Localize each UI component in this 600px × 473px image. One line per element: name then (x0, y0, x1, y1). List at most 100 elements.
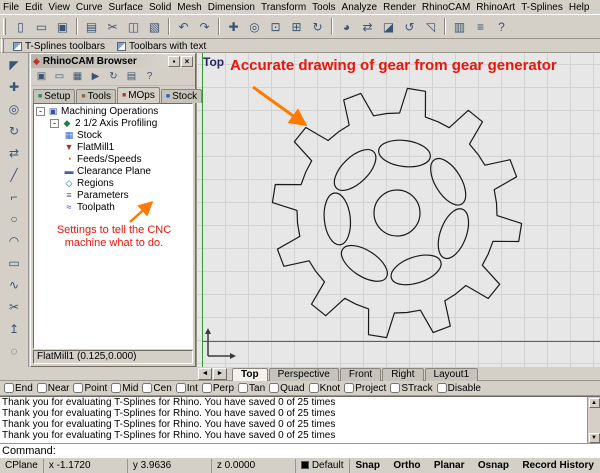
cut-button[interactable]: ✂ (102, 17, 123, 37)
osnap-perp-checkbox[interactable] (201, 383, 212, 393)
toggle-ortho[interactable]: Ortho (393, 460, 420, 471)
history-scrollbar[interactable]: ▲ ▼ (587, 397, 600, 443)
osnap-cen[interactable]: Cen (140, 382, 173, 395)
arc-button[interactable]: ◠ (3, 230, 25, 252)
tree-item-machining-operations[interactable]: - ▣ Machining Operations (34, 105, 192, 117)
paste-button[interactable]: ▧ (144, 17, 165, 37)
menu-surface[interactable]: Surface (106, 2, 146, 13)
osnap-int-checkbox[interactable] (175, 383, 186, 393)
panel-titlebar[interactable]: ◆ RhinoCAM Browser ▪ × (31, 54, 195, 68)
layer-selector[interactable]: Default (296, 458, 350, 473)
command-input[interactable] (59, 444, 600, 457)
toggle-t-splines-toolbars[interactable]: T-Splines toolbars (8, 40, 110, 52)
redo-button[interactable]: ↷ (194, 17, 215, 37)
toolbar-gripper[interactable] (1, 37, 4, 55)
print-button[interactable]: ▤ (81, 17, 102, 37)
osnap-cen-checkbox[interactable] (142, 383, 153, 393)
menu-mesh[interactable]: Mesh (174, 2, 204, 13)
line-button[interactable]: ╱ (3, 164, 25, 186)
tree-item-clearance-plane[interactable]: ▬ Clearance Plane (34, 165, 192, 177)
osnap-end-checkbox[interactable] (4, 383, 14, 393)
scroll-down-icon[interactable]: ▼ (588, 433, 600, 443)
info-button[interactable]: ▤ (123, 69, 140, 85)
select-button[interactable]: ◤ (3, 54, 25, 76)
rectangle-button[interactable]: ▭ (3, 252, 25, 274)
copy-object-button[interactable]: ◪ (378, 17, 399, 37)
scale-button[interactable]: ◹ (420, 17, 441, 37)
zoom-button[interactable]: ◎ (3, 98, 25, 120)
move-button[interactable]: ⇄ (357, 17, 378, 37)
osnap-point[interactable]: Point (71, 382, 109, 395)
layers-button[interactable]: ▥ (449, 17, 470, 37)
post-process-button[interactable]: ▭ (51, 69, 68, 85)
tree-item-regions[interactable]: ◇ Regions (34, 177, 192, 189)
menu-rhinocam[interactable]: RhinoCAM (419, 2, 473, 13)
menu-file[interactable]: File (0, 2, 22, 13)
osnap-tan-checkbox[interactable] (238, 383, 249, 393)
menu-dimension[interactable]: Dimension (205, 2, 258, 13)
new-file-button[interactable]: ▯ (10, 17, 31, 37)
tree-expander-icon[interactable]: - (36, 106, 45, 116)
tree-item-flatmill1[interactable]: ▼ FlatMill1 (34, 141, 192, 153)
osnap-near-checkbox[interactable] (36, 383, 47, 393)
osnap-perp[interactable]: Perp (200, 382, 236, 395)
extrude-button[interactable]: ↥ (3, 318, 25, 340)
osnap-project[interactable]: Project (342, 382, 388, 395)
toolbar-gripper[interactable] (3, 18, 6, 35)
viewport-tab-top[interactable]: Top (232, 367, 268, 381)
toggle-toolbars-with-text[interactable]: Toolbars with text (112, 40, 211, 52)
osnap-near[interactable]: Near (35, 382, 72, 395)
regenerate-button[interactable]: ↻ (105, 69, 122, 85)
copy-button[interactable]: ◫ (123, 17, 144, 37)
osnap-mid[interactable]: Mid (109, 382, 140, 395)
osnap-strack-checkbox[interactable] (390, 383, 401, 393)
osnap-strack[interactable]: STrack (388, 382, 434, 395)
pan-hand-button[interactable]: ✚ (3, 76, 25, 98)
tree-item-stock[interactable]: ▦ Stock (34, 129, 192, 141)
viewport-tab-perspective[interactable]: Perspective (268, 367, 339, 381)
toggle-osnap[interactable]: Osnap (478, 460, 509, 471)
machine-setup-button[interactable]: ▣ (33, 69, 50, 85)
pan-button[interactable]: ✚ (223, 17, 244, 37)
osnap-point-checkbox[interactable] (73, 383, 84, 393)
cplane-button[interactable]: CPlane (0, 458, 44, 473)
tree-item-2-1-2-axis-profiling[interactable]: - ◆ 2 1/2 Axis Profiling (34, 117, 192, 129)
properties-button[interactable]: ≡ (470, 17, 491, 37)
menu-t-splines[interactable]: T-Splines (518, 2, 566, 13)
help-button[interactable]: ? (491, 17, 512, 37)
help-button[interactable]: ? (141, 69, 158, 85)
rotate-view-button[interactable]: ↻ (307, 17, 328, 37)
tree-item-parameters[interactable]: ≡ Parameters (34, 189, 192, 201)
hide-button[interactable]: ◌ (3, 340, 25, 362)
open-file-button[interactable]: ▭ (31, 17, 52, 37)
stock-display-button[interactable]: ▦ (69, 69, 86, 85)
osnap-end[interactable]: End (2, 382, 35, 395)
save-button[interactable]: ▣ (52, 17, 73, 37)
tab-stock[interactable]: ■ Stock (160, 89, 203, 103)
osnap-disable[interactable]: Disable (435, 382, 483, 395)
osnap-knot-checkbox[interactable] (308, 383, 319, 393)
menu-analyze[interactable]: Analyze (339, 2, 381, 13)
tab-setup[interactable]: ■ Setup (33, 89, 76, 103)
zoom-window-button[interactable]: ⊡ (265, 17, 286, 37)
menu-render[interactable]: Render (380, 2, 419, 13)
curve-button[interactable]: ∿ (3, 274, 25, 296)
osnap-mid-checkbox[interactable] (111, 383, 122, 393)
viewport-scroll-left-button[interactable]: ◄ (198, 367, 212, 380)
tab-tools[interactable]: ■ Tools (76, 89, 116, 103)
move-button[interactable]: ⇄ (3, 142, 25, 164)
toggle-snap[interactable]: Snap (356, 460, 380, 471)
menu-edit[interactable]: Edit (22, 2, 45, 13)
polyline-button[interactable]: ⌐ (3, 186, 25, 208)
menu-solid[interactable]: Solid (146, 2, 174, 13)
trim-button[interactable]: ✂ (3, 296, 25, 318)
osnap-project-checkbox[interactable] (344, 383, 355, 393)
viewport-tab-right[interactable]: Right (382, 367, 424, 381)
tab-mops[interactable]: ■ MOps (116, 87, 160, 103)
viewport-tab-front[interactable]: Front (339, 367, 382, 381)
osnap-int[interactable]: Int (174, 382, 200, 395)
menu-view[interactable]: View (45, 2, 73, 13)
menu-transform[interactable]: Transform (258, 2, 309, 13)
viewport-scroll-right-button[interactable]: ► (213, 367, 227, 380)
menu-curve[interactable]: Curve (73, 2, 106, 13)
